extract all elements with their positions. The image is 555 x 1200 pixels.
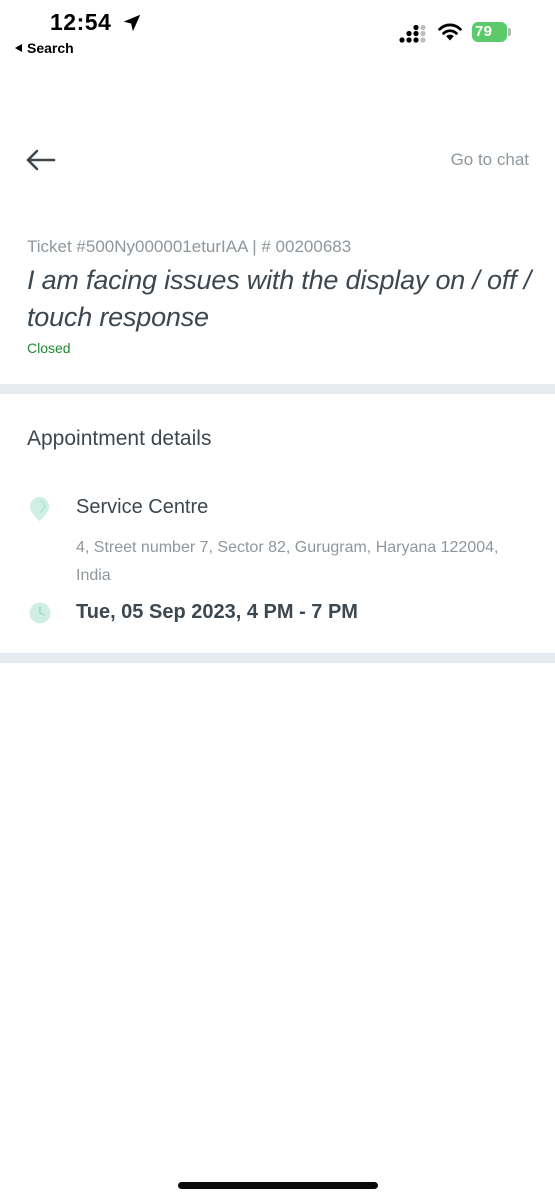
back-triangle-icon: [15, 44, 22, 52]
map-pin-icon: [30, 497, 49, 521]
section-divider: [0, 653, 555, 663]
go-to-chat-link[interactable]: Go to chat: [451, 150, 529, 170]
battery-cap: [508, 28, 511, 36]
appointment-schedule: Tue, 05 Sep 2023, 4 PM - 7 PM: [76, 601, 358, 623]
arrow-left-icon[interactable]: [22, 143, 62, 177]
appointment-section-title: Appointment details: [27, 427, 212, 450]
ticket-id: Ticket #500Ny000001eturIAA | # 00200683: [27, 237, 352, 256]
status-time: 12:54: [50, 9, 112, 35]
battery-indicator: 79: [472, 22, 511, 44]
home-indicator[interactable]: [178, 1182, 378, 1189]
cellular-signal-icon: [399, 25, 426, 43]
wifi-icon: [438, 23, 462, 41]
back-to-app-label: Search: [27, 40, 74, 56]
clock-icon: [29, 602, 51, 624]
battery-level: 79: [472, 22, 507, 42]
ticket-title: I am facing issues with the display on /…: [27, 265, 532, 332]
service-centre-address: 4, Street number 7, Sector 82, Gurugram,…: [76, 539, 499, 584]
ticket-status-badge: Closed: [27, 340, 71, 356]
location-arrow-icon: [123, 14, 141, 32]
status-bar: 12:54 Search 79: [0, 0, 555, 70]
back-to-app-button[interactable]: Search: [15, 40, 74, 56]
section-divider: [0, 384, 555, 394]
service-centre-name: Service Centre: [76, 496, 209, 518]
